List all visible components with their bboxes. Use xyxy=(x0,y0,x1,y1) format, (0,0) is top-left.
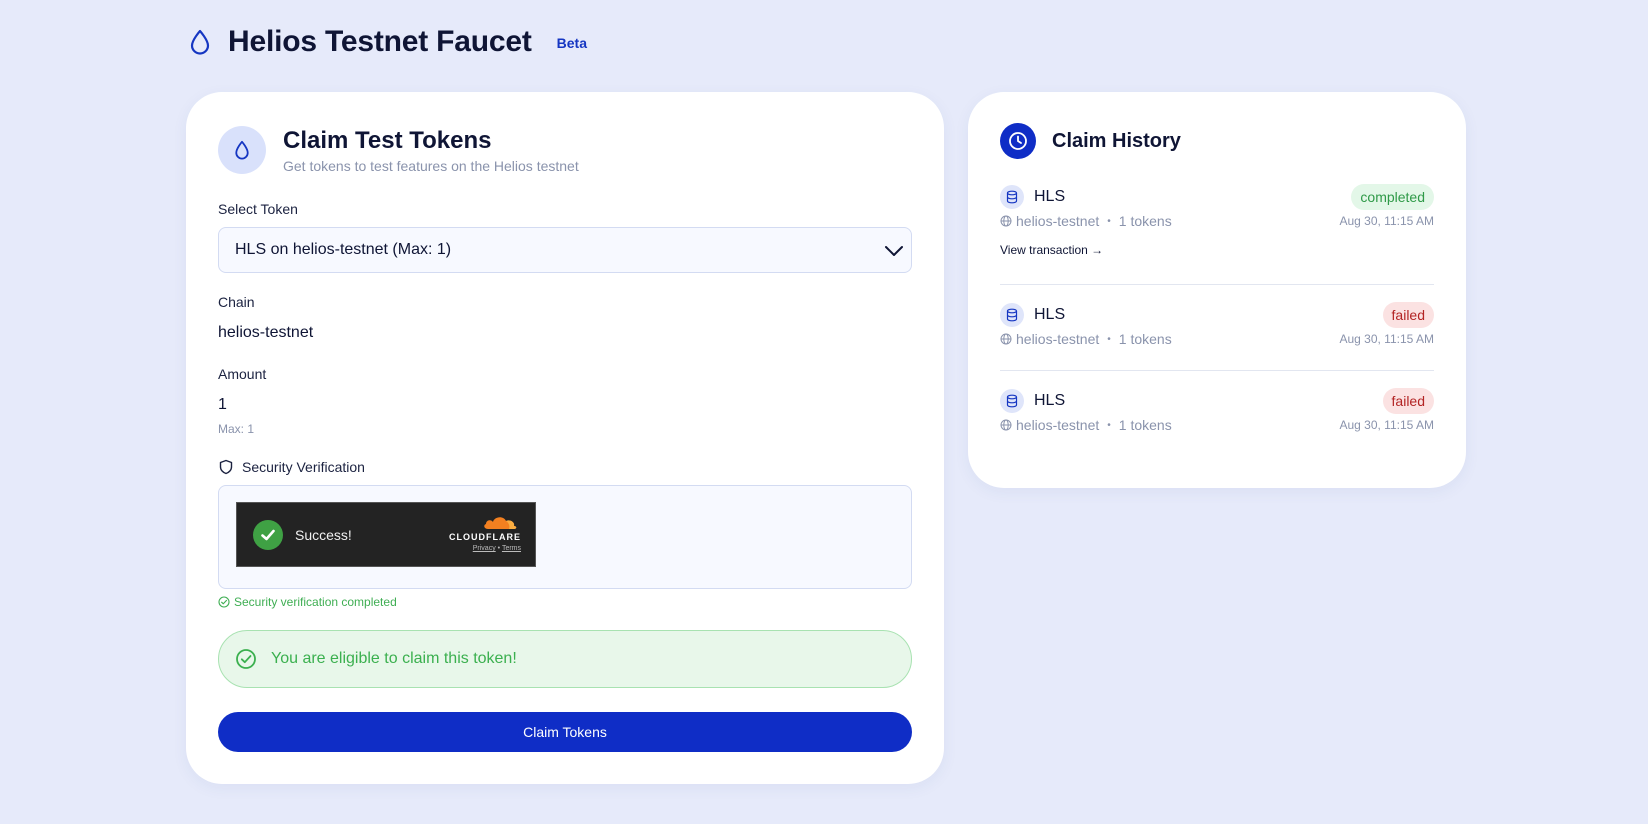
view-transaction-link[interactable]: View transaction → xyxy=(1000,243,1434,257)
database-icon xyxy=(1000,389,1024,413)
token-select[interactable]: HLS on helios-testnet (Max: 1) xyxy=(218,227,912,273)
check-circle-icon xyxy=(236,649,256,669)
status-badge: completed xyxy=(1351,184,1434,210)
beta-badge: Beta xyxy=(556,35,588,51)
database-icon xyxy=(1000,185,1024,209)
clock-icon xyxy=(1000,123,1036,159)
history-timestamp: Aug 30, 11:15 AM xyxy=(1339,418,1434,432)
chain-value: helios-testnet xyxy=(218,324,314,341)
droplet-icon xyxy=(186,27,214,57)
turnstile-status: Success! xyxy=(295,526,352,543)
divider xyxy=(1000,370,1434,371)
verification-container: Success! CLOUDFLARE Privacy • Terms xyxy=(218,485,912,589)
history-timestamp: Aug 30, 11:15 AM xyxy=(1339,332,1434,346)
chain-label: Chain xyxy=(218,294,255,310)
history-amount: 1 tokens xyxy=(1118,213,1172,229)
divider xyxy=(1000,284,1434,285)
claim-card-header: Claim Test Tokens Get tokens to test fea… xyxy=(218,126,579,174)
page-header: Helios Testnet Faucet Beta xyxy=(186,22,587,62)
terms-link[interactable]: Terms xyxy=(502,545,521,552)
history-chain: helios-testnet xyxy=(1016,417,1100,433)
history-chain: helios-testnet xyxy=(1016,213,1100,229)
cloudflare-wordmark: CLOUDFLARE xyxy=(449,532,521,542)
database-icon xyxy=(1000,303,1024,327)
history-item: HLS failed helios-testnet • 1 tokens Aug… xyxy=(1000,302,1434,347)
history-amount: 1 tokens xyxy=(1118,331,1172,347)
globe-icon xyxy=(1000,419,1012,431)
cloudflare-branding: CLOUDFLARE Privacy • Terms xyxy=(449,513,521,552)
history-chain: helios-testnet xyxy=(1016,331,1100,347)
history-item: HLS completed helios-testnet • 1 tokens … xyxy=(1000,184,1434,257)
token-select-value: HLS on helios-testnet (Max: 1) xyxy=(235,241,452,258)
amount-max-note: Max: 1 xyxy=(218,422,255,436)
claim-card-subtitle: Get tokens to test features on the Helio… xyxy=(283,157,579,174)
security-verification-label: Security Verification xyxy=(218,459,365,475)
amount-label: Amount xyxy=(218,366,267,382)
turnstile-widget[interactable]: Success! CLOUDFLARE Privacy • Terms xyxy=(236,502,536,567)
privacy-link[interactable]: Privacy xyxy=(473,545,496,552)
globe-icon xyxy=(1000,215,1012,227)
verification-status: Security verification completed xyxy=(218,595,397,609)
shield-icon xyxy=(219,459,233,475)
droplet-icon xyxy=(218,126,266,174)
checkmark-icon xyxy=(253,519,283,550)
history-token: HLS xyxy=(1034,392,1066,409)
claim-card-title: Claim Test Tokens xyxy=(283,126,492,154)
claim-card: Claim Test Tokens Get tokens to test fea… xyxy=(186,92,944,784)
history-card: Claim History HLS completed helios-testn… xyxy=(968,92,1466,488)
check-circle-icon xyxy=(218,596,230,608)
link-separator: • xyxy=(497,545,501,552)
claim-tokens-button[interactable]: Claim Tokens xyxy=(218,712,912,752)
status-badge: failed xyxy=(1382,302,1434,328)
history-amount: 1 tokens xyxy=(1118,417,1172,433)
history-title: Claim History xyxy=(1052,129,1181,152)
select-token-label: Select Token xyxy=(218,201,298,217)
eligibility-alert: You are eligible to claim this token! xyxy=(218,630,912,688)
chevron-down-icon xyxy=(885,246,903,256)
page-title: Helios Testnet Faucet xyxy=(228,25,532,58)
amount-value: 1 xyxy=(218,396,227,413)
history-header: Claim History xyxy=(1000,123,1181,159)
history-token: HLS xyxy=(1034,188,1066,205)
history-timestamp: Aug 30, 11:15 AM xyxy=(1339,214,1434,228)
status-badge: failed xyxy=(1382,388,1434,414)
history-token: HLS xyxy=(1034,306,1066,323)
globe-icon xyxy=(1000,333,1012,345)
history-item: HLS failed helios-testnet • 1 tokens Aug… xyxy=(1000,388,1434,433)
cloudflare-logo xyxy=(484,517,517,529)
